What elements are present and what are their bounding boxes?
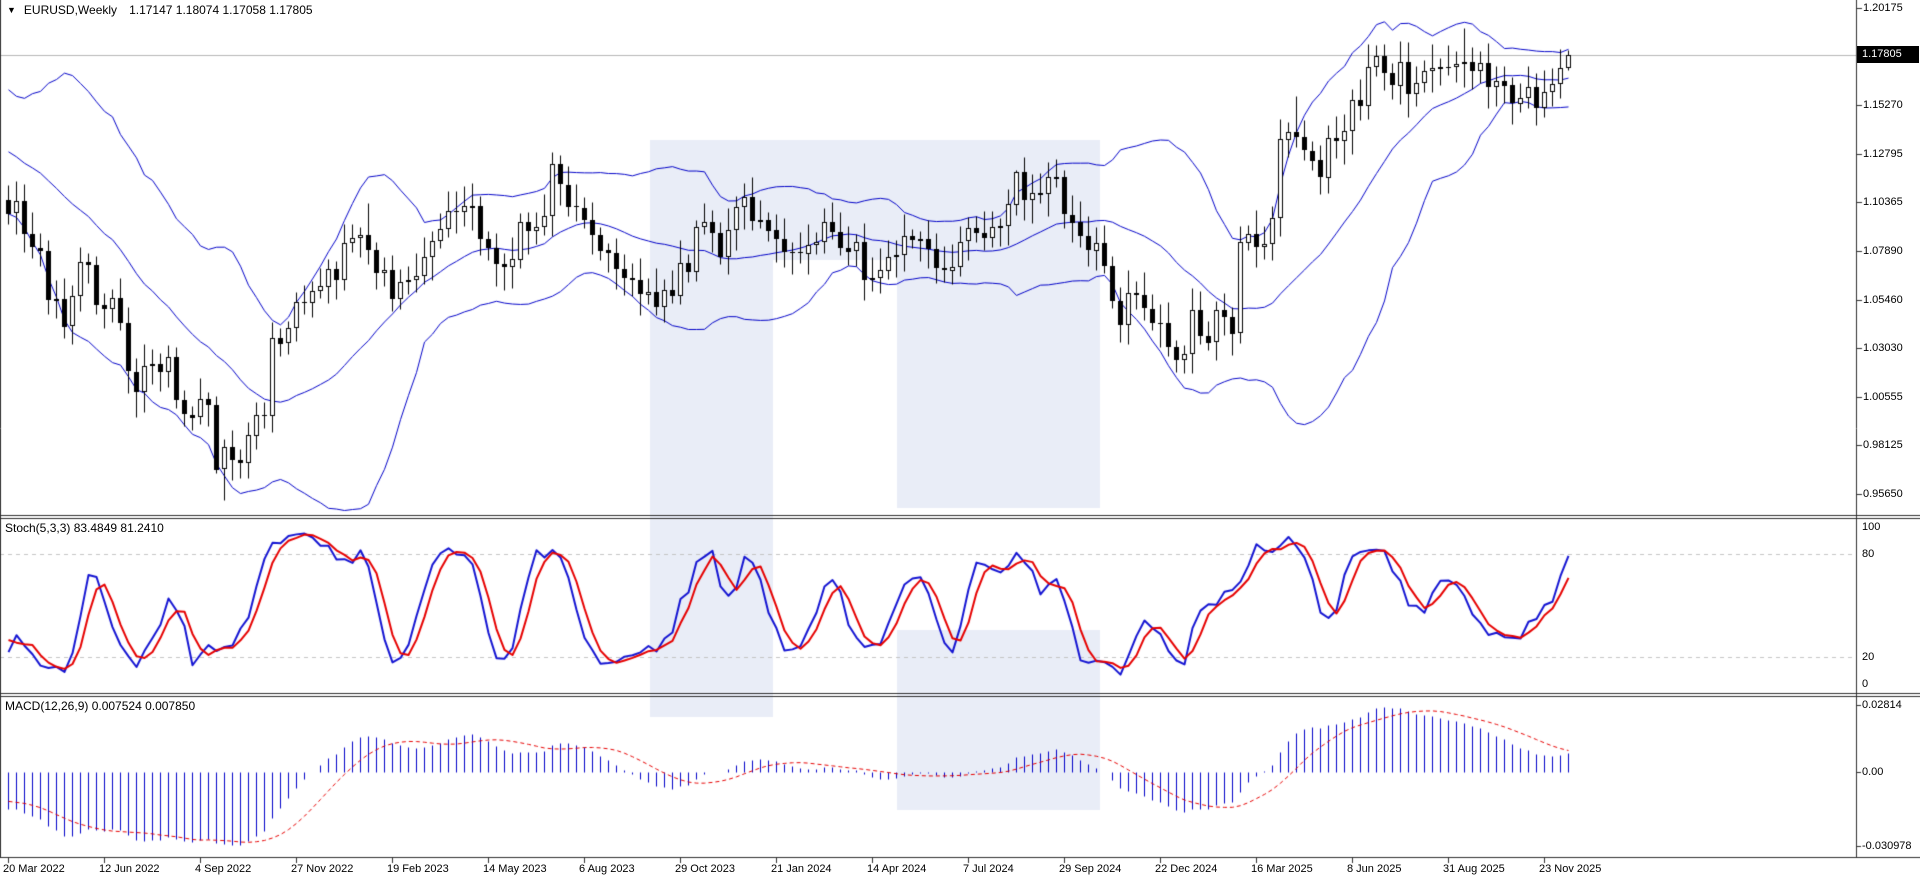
- time-axis-label: 14 Apr 2024: [867, 862, 926, 876]
- stoch-axis-label: 0: [1862, 677, 1868, 691]
- price-axis-label: 1.15270: [1863, 98, 1903, 112]
- macd-panel[interactable]: [0, 698, 1856, 856]
- time-axis-label: 16 Mar 2025: [1251, 862, 1313, 876]
- price-axis-label: 1.00555: [1863, 390, 1903, 404]
- stochastic-indicator-label: Stoch(5,3,3) 83.4849 81.2410: [5, 521, 164, 536]
- trading-chart-window: ▼ EURUSD,Weekly 1.17147 1.18074 1.17058 1.…: [0, 0, 1920, 896]
- time-axis-label: 27 Nov 2022: [291, 862, 353, 876]
- price-axis-label: 1.03030: [1863, 341, 1903, 355]
- time-axis-label: 22 Dec 2024: [1155, 862, 1217, 876]
- macd-axis-label: 0.02814: [1862, 698, 1902, 712]
- current-price-tag: 1.17805: [1857, 46, 1919, 63]
- price-axis-label: 1.12795: [1863, 147, 1903, 161]
- time-axis-label: 7 Jul 2024: [963, 862, 1014, 876]
- time-axis-label: 29 Sep 2024: [1059, 862, 1121, 876]
- time-axis-label: 31 Aug 2025: [1443, 862, 1505, 876]
- macd-axis-label: 0.00: [1862, 765, 1883, 779]
- ohlc-readout: 1.17147 1.18074 1.17058 1.17805: [129, 3, 313, 17]
- stoch-axis-label: 100: [1862, 520, 1880, 534]
- price-axis-label: 0.98125: [1863, 438, 1903, 452]
- time-axis-label: 19 Feb 2023: [387, 862, 449, 876]
- time-axis-label: 12 Jun 2022: [99, 862, 160, 876]
- time-axis-label: 6 Aug 2023: [579, 862, 635, 876]
- time-axis-label: 14 May 2023: [483, 862, 547, 876]
- price-axis-label: 1.07890: [1863, 244, 1903, 258]
- price-axis-label: 1.10365: [1863, 195, 1903, 209]
- chart-title: ▼ EURUSD,Weekly 1.17147 1.18074 1.17058 1.…: [7, 3, 313, 17]
- price-axis-label: 1.20175: [1863, 1, 1903, 15]
- macd-axis-label: -0.030978: [1862, 839, 1912, 853]
- stoch-axis-label: 20: [1862, 650, 1874, 664]
- time-axis-label: 4 Sep 2022: [195, 862, 251, 876]
- time-axis-label: 20 Mar 2022: [3, 862, 65, 876]
- price-axis-label: 0.95650: [1863, 487, 1903, 501]
- time-axis-label: 21 Jan 2024: [771, 862, 832, 876]
- time-axis-label: 23 Nov 2025: [1539, 862, 1601, 876]
- price-axis-label: 1.05460: [1863, 293, 1903, 307]
- main-chart-panel[interactable]: [0, 0, 1856, 515]
- stochastic-panel[interactable]: [0, 519, 1856, 693]
- stoch-axis-label: 80: [1862, 547, 1874, 561]
- symbol-dropdown-icon[interactable]: ▼: [7, 5, 16, 15]
- macd-indicator-label: MACD(12,26,9) 0.007524 0.007850: [5, 699, 195, 714]
- symbol-period-label: EURUSD,Weekly: [24, 3, 117, 17]
- time-axis-label: 29 Oct 2023: [675, 862, 735, 876]
- time-axis-label: 8 Jun 2025: [1347, 862, 1401, 876]
